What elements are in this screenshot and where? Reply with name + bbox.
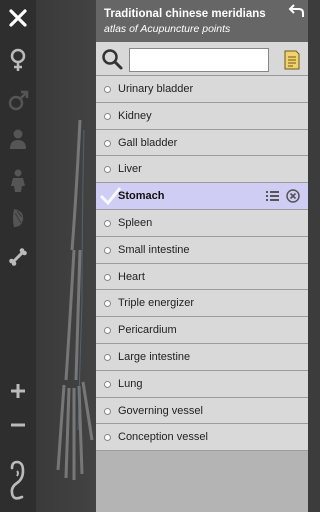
zoom-in-icon[interactable] — [0, 376, 36, 406]
bullet-icon — [104, 166, 111, 174]
panel-subtitle: atlas of Acupuncture points — [104, 23, 231, 35]
meridian-label: Liver — [118, 163, 142, 176]
muscle-icon[interactable] — [0, 203, 36, 233]
bullet-icon — [104, 434, 111, 442]
meridian-item-spleen[interactable]: Spleen — [96, 209, 308, 237]
meridian-label: Lung — [118, 377, 143, 390]
bullet-icon — [104, 139, 111, 147]
bullet-icon — [104, 353, 111, 361]
bone-icon[interactable] — [0, 242, 36, 272]
search-bar — [96, 42, 308, 76]
meridian-item-lung[interactable]: Lung — [96, 370, 308, 398]
meridian-item-triple-energizer[interactable]: Triple energizer — [96, 290, 308, 318]
close-icon[interactable] — [0, 3, 36, 33]
bullet-icon — [104, 246, 111, 254]
meridian-item-urinary-bladder[interactable]: Urinary bladder — [96, 76, 308, 103]
meridian-label: Gall bladder — [118, 136, 178, 149]
bullet-icon — [104, 273, 111, 281]
zoom-out-icon[interactable] — [0, 410, 36, 440]
search-icon[interactable] — [100, 47, 124, 71]
meridian-label: Conception vessel — [118, 431, 208, 444]
remove-circle-icon[interactable] — [286, 189, 300, 203]
meridian-label: Urinary bladder — [118, 83, 194, 95]
meridian-item-governing-vessel[interactable]: Governing vessel — [96, 397, 308, 425]
meridian-label: Pericardium — [118, 324, 177, 337]
person-body-icon[interactable] — [0, 166, 36, 196]
meridian-label: Stomach — [118, 190, 165, 203]
search-input[interactable] — [129, 48, 269, 72]
meridian-label: Small intestine — [118, 243, 190, 256]
list-details-icon[interactable] — [266, 190, 279, 202]
panel-header: Traditional chinese meridians atlas of A… — [96, 0, 308, 42]
ear-icon[interactable] — [0, 452, 36, 508]
meridian-label: Governing vessel — [118, 404, 203, 417]
bullet-icon — [104, 327, 111, 335]
bullet-icon — [104, 407, 111, 415]
meridian-item-liver[interactable]: Liver — [96, 156, 308, 184]
meridian-item-stomach[interactable]: Stomach — [96, 183, 308, 210]
person-skin-icon[interactable] — [0, 124, 36, 154]
meridian-label: Triple energizer — [118, 297, 195, 310]
meridian-item-small-intestine[interactable]: Small intestine — [96, 236, 308, 264]
back-arrow-icon[interactable] — [288, 2, 306, 18]
meridian-item-pericardium[interactable]: Pericardium — [96, 317, 308, 344]
notes-icon[interactable] — [282, 49, 302, 71]
meridian-label: Large intestine — [118, 350, 191, 363]
meridians-panel: Traditional chinese meridians atlas of A… — [96, 0, 308, 512]
panel-title: Traditional chinese meridians — [104, 8, 266, 20]
bullet-icon — [104, 300, 111, 308]
bullet-icon — [104, 380, 111, 388]
male-icon[interactable] — [0, 86, 36, 116]
bullet-icon — [104, 86, 111, 93]
meridian-list: Urinary bladder Kidney Gall bladder Live… — [96, 76, 308, 452]
bullet-icon — [104, 219, 111, 227]
meridian-item-heart[interactable]: Heart — [96, 263, 308, 291]
bullet-icon — [104, 112, 111, 120]
meridian-item-kidney[interactable]: Kidney — [96, 102, 308, 130]
meridian-item-large-intestine[interactable]: Large intestine — [96, 343, 308, 371]
meridian-label: Spleen — [118, 216, 153, 229]
meridian-item-gall-bladder[interactable]: Gall bladder — [96, 129, 308, 157]
female-icon[interactable] — [0, 45, 36, 75]
meridian-item-conception-vessel[interactable]: Conception vessel — [96, 424, 308, 452]
left-toolbar — [0, 0, 36, 512]
meridian-label: Heart — [118, 270, 145, 283]
meridian-label: Kidney — [118, 109, 152, 122]
